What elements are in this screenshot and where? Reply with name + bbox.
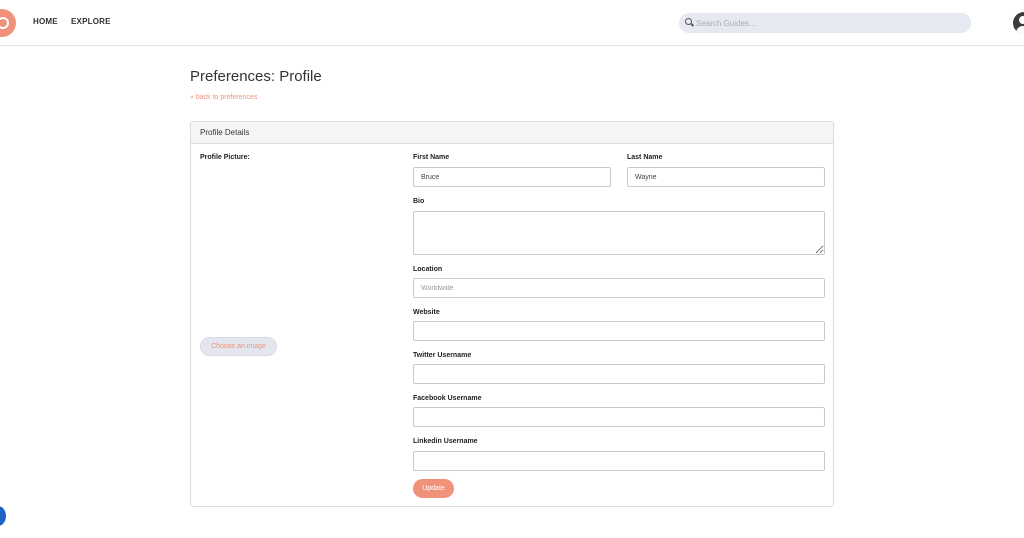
help-chat-icon[interactable] [0, 506, 6, 526]
update-button[interactable]: Update [413, 479, 454, 498]
facebook-username-label: Facebook Username [413, 395, 482, 402]
linkedin-username-label: Linkedin Username [413, 438, 478, 445]
choose-image-button[interactable]: Choose an image [200, 337, 277, 356]
twitter-username-field[interactable] [413, 364, 825, 384]
website-field[interactable] [413, 321, 825, 341]
profile-details-panel: Profile Details Profile Picture: Choose … [190, 121, 834, 507]
bio-label: Bio [413, 198, 425, 205]
page-title: Preferences: Profile [190, 68, 322, 85]
facebook-username-field[interactable] [413, 407, 825, 427]
linkedin-username-field[interactable] [413, 451, 825, 471]
top-navbar: HOME EXPLORE [0, 0, 1024, 46]
twitter-username-label: Twitter Username [413, 352, 472, 359]
first-name-label: First Name [413, 154, 450, 161]
bio-textarea[interactable] [413, 211, 825, 255]
profile-picture-label: Profile Picture: [200, 154, 250, 161]
last-name-label: Last Name [627, 154, 663, 161]
user-avatar-icon[interactable] [1013, 12, 1024, 34]
back-to-preferences-link[interactable]: « back to preferences [190, 94, 257, 101]
last-name-field[interactable] [627, 167, 825, 187]
logo-icon[interactable] [0, 9, 16, 37]
website-label: Website [413, 309, 440, 316]
search-input[interactable] [696, 15, 956, 31]
location-label: Location [413, 266, 443, 273]
first-name-field[interactable] [413, 167, 611, 187]
search-icon [685, 18, 692, 25]
search-bar[interactable] [679, 13, 971, 33]
location-field[interactable] [413, 278, 825, 298]
panel-heading: Profile Details [191, 122, 833, 144]
nav-explore-link[interactable]: EXPLORE [71, 17, 111, 26]
panel-heading-title: Profile Details [200, 128, 250, 137]
nav-home-link[interactable]: HOME [33, 17, 58, 26]
